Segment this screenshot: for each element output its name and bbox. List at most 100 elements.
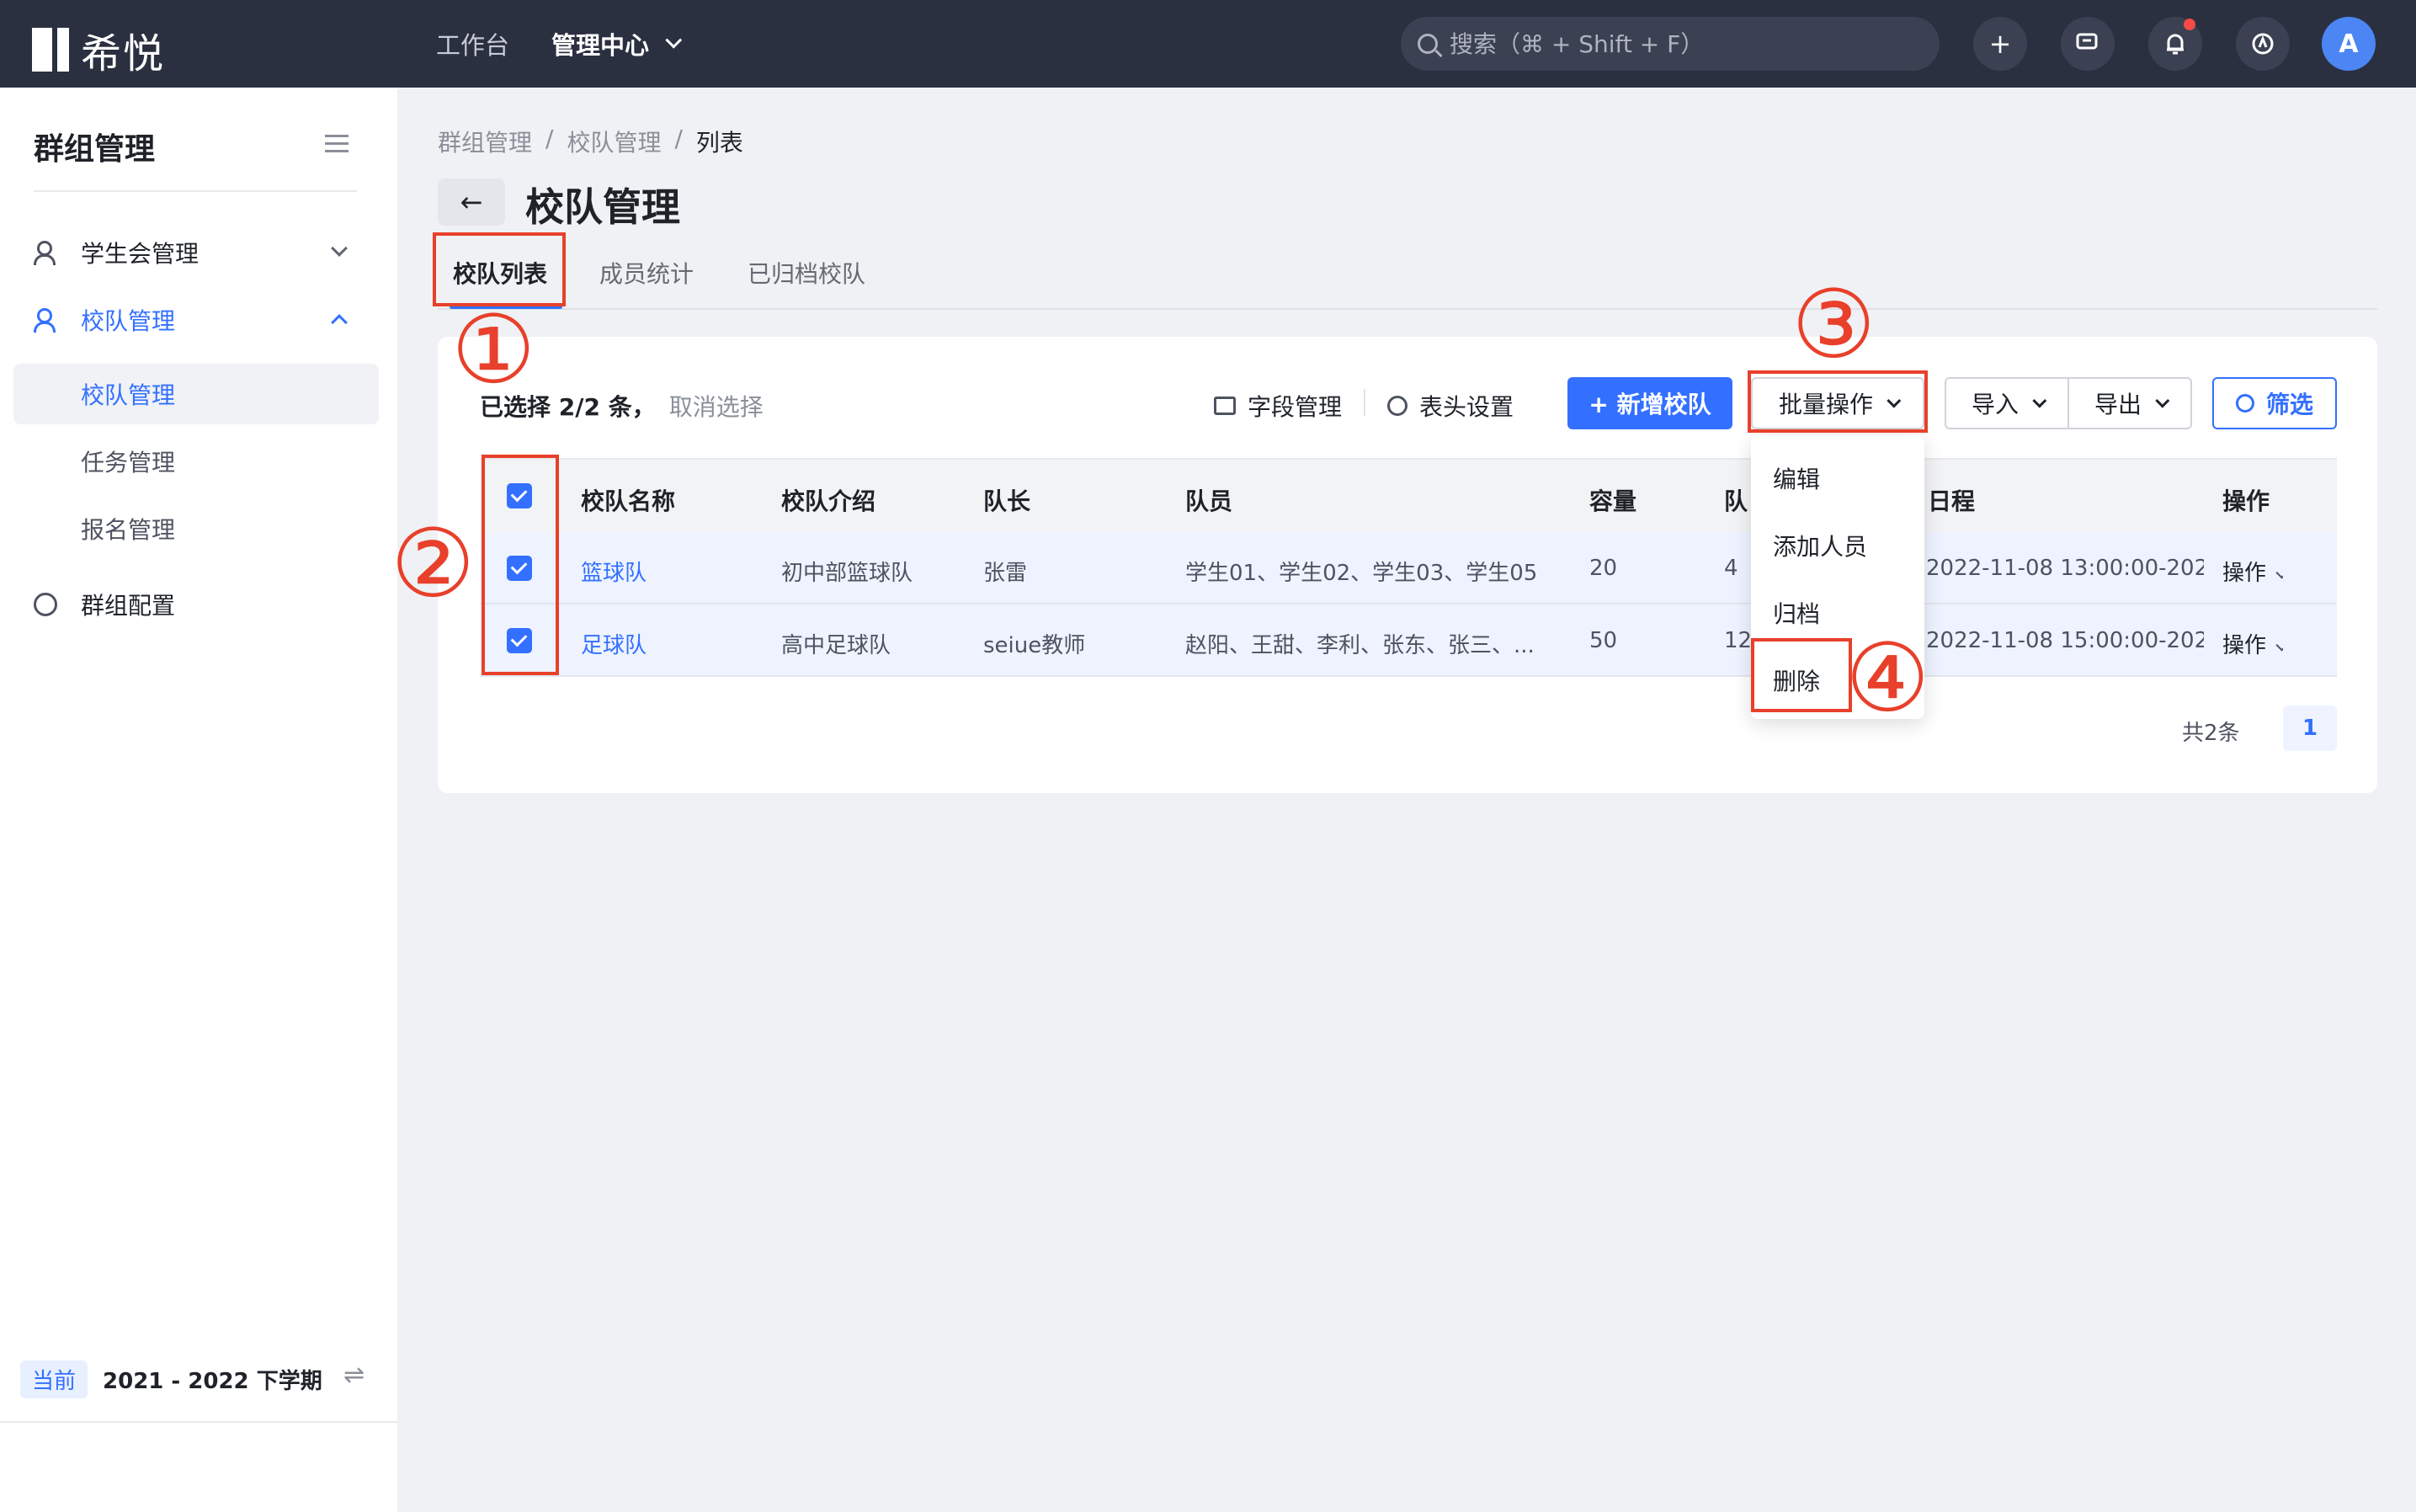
pagination-page-1[interactable]: 1	[2283, 705, 2337, 751]
top-nav: 工作台 管理中心	[436, 0, 718, 88]
sidebar-subitem-signup-manage[interactable]: 报名管理	[13, 498, 379, 559]
sidebar-subitem-team-manage[interactable]: 校队管理	[13, 364, 379, 424]
row-actions-dropdown[interactable]: 操作	[2222, 628, 2284, 659]
cancel-selection-link[interactable]: 取消选择	[669, 389, 764, 423]
column-header[interactable]: 校队介绍	[781, 483, 875, 517]
highlight-box	[1748, 370, 1928, 433]
breadcrumb-separator: /	[674, 125, 683, 152]
chevron-down-icon	[665, 31, 683, 49]
column-header[interactable]: 队长	[983, 483, 1030, 517]
chat-icon	[2076, 33, 2098, 50]
tab-archived-teams[interactable]: 已归档校队	[748, 256, 865, 290]
nav-workbench[interactable]: 工作台	[436, 26, 509, 61]
users-icon	[34, 239, 61, 266]
create-button[interactable]: +	[1973, 17, 2027, 71]
export-button[interactable]: 导出	[2067, 377, 2192, 429]
team-schedule: 2022-11-08 15:00:00-2022-	[1926, 628, 2204, 653]
menu-item-edit[interactable]: 编辑	[1773, 461, 1820, 495]
column-header[interactable]: 队员	[1185, 483, 1232, 517]
term-badge: 当前	[20, 1360, 88, 1398]
chevron-up-icon	[331, 314, 348, 331]
avatar[interactable]: A	[2322, 17, 2376, 71]
field-manage-button[interactable]: 字段管理	[1214, 389, 1342, 423]
team-schedule: 2022-11-08 13:00:00-2022-	[1926, 556, 2204, 581]
team-captain: 张雷	[983, 561, 1028, 586]
app-logo[interactable]: 希悦	[32, 20, 165, 79]
add-team-button[interactable]: + 新增校队	[1567, 377, 1732, 429]
column-header[interactable]: 容量	[1589, 483, 1636, 517]
highlight-box	[1751, 638, 1852, 712]
team-name-link[interactable]: 篮球队	[581, 556, 647, 587]
chevron-down-icon	[2275, 639, 2284, 652]
notifications-button[interactable]	[2148, 17, 2202, 71]
menu-item-add-members[interactable]: 添加人员	[1773, 529, 1867, 562]
nav-admin-center[interactable]: 管理中心	[551, 26, 683, 61]
breadcrumb-item[interactable]: 校队管理	[567, 125, 661, 158]
annotation-number: ③	[1791, 270, 1876, 380]
annotation-number: ④	[1845, 624, 1930, 733]
logo-icon	[32, 28, 52, 72]
column-header[interactable]: 校队名称	[581, 483, 675, 517]
compass-icon	[2252, 33, 2274, 55]
sidebar-item-label: 校队管理	[81, 307, 176, 335]
column-header[interactable]: 操作	[2222, 483, 2270, 517]
sidebar-item-student-union[interactable]: 学生会管理	[0, 222, 397, 283]
sidebar-item-label: 群组配置	[81, 592, 176, 620]
tab-member-stats[interactable]: 成员统计	[599, 256, 694, 290]
highlight-box	[482, 455, 559, 675]
table-row[interactable]: 足球队 高中足球队 seiue教师 赵阳、王甜、李利、张东、张三、... 50 …	[480, 604, 2337, 677]
users-icon	[34, 306, 61, 333]
plus-icon: +	[1988, 28, 2012, 60]
table-header: 校队名称 校队介绍 队长 队员 容量 队 日程 操作	[480, 458, 2337, 532]
column-header[interactable]: 日程	[1928, 483, 1975, 517]
breadcrumb-item[interactable]: 群组管理	[438, 125, 532, 158]
messages-button[interactable]	[2061, 17, 2115, 71]
team-members: 赵阳、王甜、李利、张东、张三、...	[1185, 633, 1535, 658]
chevron-down-icon	[331, 240, 348, 257]
chevron-down-icon	[2275, 567, 2284, 579]
sidebar-title: 群组管理	[34, 132, 156, 167]
divider	[1364, 389, 1365, 416]
menu-item-archive[interactable]: 归档	[1773, 596, 1820, 630]
search-icon	[1418, 34, 1438, 54]
sidebar-item-group-config[interactable]: 群组配置	[0, 574, 397, 635]
team-count: 12	[1724, 628, 1753, 653]
sidebar-item-school-team[interactable]: 校队管理	[0, 290, 397, 350]
gear-icon	[34, 593, 57, 616]
list-icon	[1214, 397, 1236, 415]
column-header[interactable]: 队	[1724, 483, 1748, 517]
team-intro: 初中部篮球队	[781, 561, 913, 586]
logo-text: 希悦	[81, 30, 166, 77]
term-selector[interactable]: 当前 2021 - 2022 下学期	[20, 1360, 322, 1398]
filter-button[interactable]: 筛选	[2212, 377, 2337, 429]
breadcrumb-separator: /	[545, 125, 554, 152]
sidebar-item-label: 学生会管理	[81, 240, 200, 268]
team-members: 学生01、学生02、学生03、学生05	[1185, 561, 1538, 586]
breadcrumb-current: 列表	[695, 129, 743, 157]
search-input[interactable]	[1450, 29, 1921, 58]
chevron-down-icon	[2155, 393, 2170, 408]
team-name-link[interactable]: 足球队	[581, 628, 647, 659]
arrow-left-icon: ←	[460, 186, 483, 218]
search-icon	[2235, 394, 2254, 413]
chevron-down-icon	[2032, 393, 2047, 408]
row-actions-dropdown[interactable]: 操作	[2222, 556, 2284, 587]
top-bar: 希悦 工作台 管理中心 + A	[0, 0, 2416, 88]
back-button[interactable]: ←	[438, 178, 505, 226]
sidebar-subitem-task-manage[interactable]: 任务管理	[13, 431, 379, 492]
header-settings-button[interactable]: 表头设置	[1387, 389, 1514, 423]
swap-icon[interactable]: ⇌	[343, 1363, 369, 1388]
page-title: 校队管理	[525, 184, 680, 230]
divider	[0, 1421, 397, 1423]
collapse-sidebar-icon[interactable]	[325, 135, 349, 153]
app-center-button[interactable]	[2236, 17, 2290, 71]
table-row[interactable]: 篮球队 初中部篮球队 张雷 学生01、学生02、学生03、学生05 20 4 2…	[480, 532, 2337, 604]
team-intro: 高中足球队	[781, 633, 891, 658]
annotation-number: ①	[451, 295, 536, 405]
import-button[interactable]: 导入	[1945, 377, 2069, 429]
global-search[interactable]	[1401, 17, 1940, 71]
notification-dot	[2184, 19, 2195, 30]
annotation-number: ②	[391, 509, 476, 619]
breadcrumb: 群组管理 / 校队管理 / 列表	[438, 125, 757, 158]
bell-icon	[2167, 34, 2184, 55]
